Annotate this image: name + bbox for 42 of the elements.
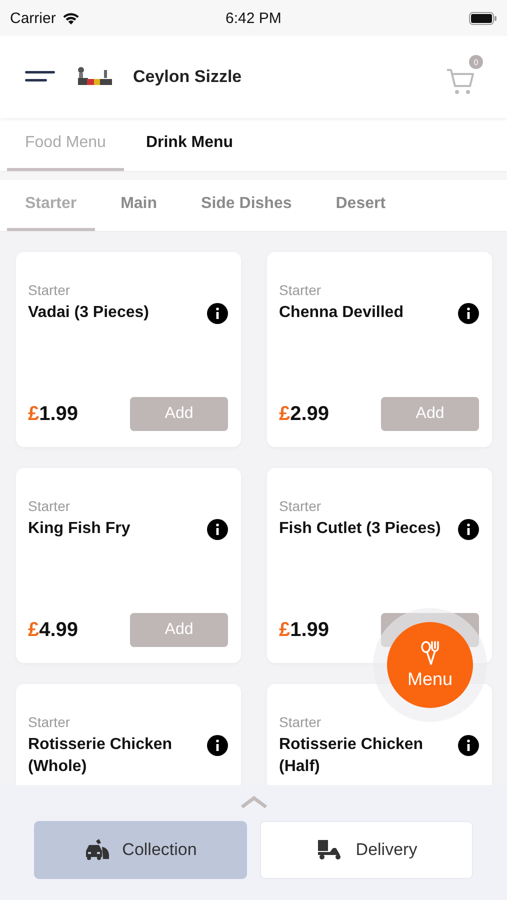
item-price: £1.99 — [279, 618, 330, 642]
cutlery-icon — [420, 640, 440, 664]
cart-button[interactable]: 0 — [445, 55, 483, 99]
info-icon[interactable] — [458, 303, 479, 324]
add-button[interactable]: Add — [381, 397, 479, 431]
item-category: Starter — [28, 282, 72, 298]
item-name: Vadai (3 Pieces) — [28, 303, 149, 323]
item-category: Starter — [279, 714, 322, 730]
carrier-label: Carrier — [10, 10, 56, 26]
item-category: Starter — [279, 498, 322, 514]
add-button[interactable]: Add — [130, 613, 228, 647]
info-icon[interactable] — [207, 519, 228, 540]
item-price: £4.99 — [28, 618, 78, 642]
info-icon[interactable] — [458, 519, 479, 540]
cart-count-badge: 0 — [469, 55, 483, 69]
item-category: Starter — [279, 282, 322, 298]
category-tab[interactable]: Desert — [318, 180, 404, 231]
category-tab[interactable]: Main — [102, 180, 176, 231]
car-icon — [84, 839, 110, 861]
category-tab[interactable]: Side Dishes — [183, 180, 310, 231]
menu-tab[interactable]: Food Menu — [7, 118, 124, 171]
info-icon[interactable] — [458, 735, 479, 756]
item-price: £1.99 — [28, 402, 78, 426]
item-name: Chenna Devilled — [279, 303, 404, 323]
menu-icon[interactable] — [25, 71, 55, 83]
add-button[interactable]: Add — [130, 397, 228, 431]
menu-tab[interactable]: Drink Menu — [128, 118, 252, 171]
collection-button[interactable]: Collection — [34, 821, 247, 879]
item-price: £2.99 — [279, 402, 330, 426]
item-category: Starter — [28, 498, 72, 514]
info-icon[interactable] — [207, 735, 228, 756]
restaurant-name: Ceylon Sizzle — [133, 67, 243, 87]
item-name: Fish Cutlet (3 Pieces) — [279, 519, 441, 539]
wifi-icon — [62, 12, 80, 24]
item-name: Rotisserie Chicken (Half) — [279, 735, 424, 777]
item-name: Rotisserie Chicken (Whole) — [28, 735, 174, 777]
info-icon[interactable] — [207, 303, 228, 324]
battery-icon — [468, 12, 497, 24]
clock-time: 6:42 PM — [224, 10, 282, 26]
delivery-button[interactable]: Delivery — [260, 821, 473, 879]
item-category: Starter — [28, 714, 72, 730]
item-name: King Fish Fry — [28, 519, 130, 539]
